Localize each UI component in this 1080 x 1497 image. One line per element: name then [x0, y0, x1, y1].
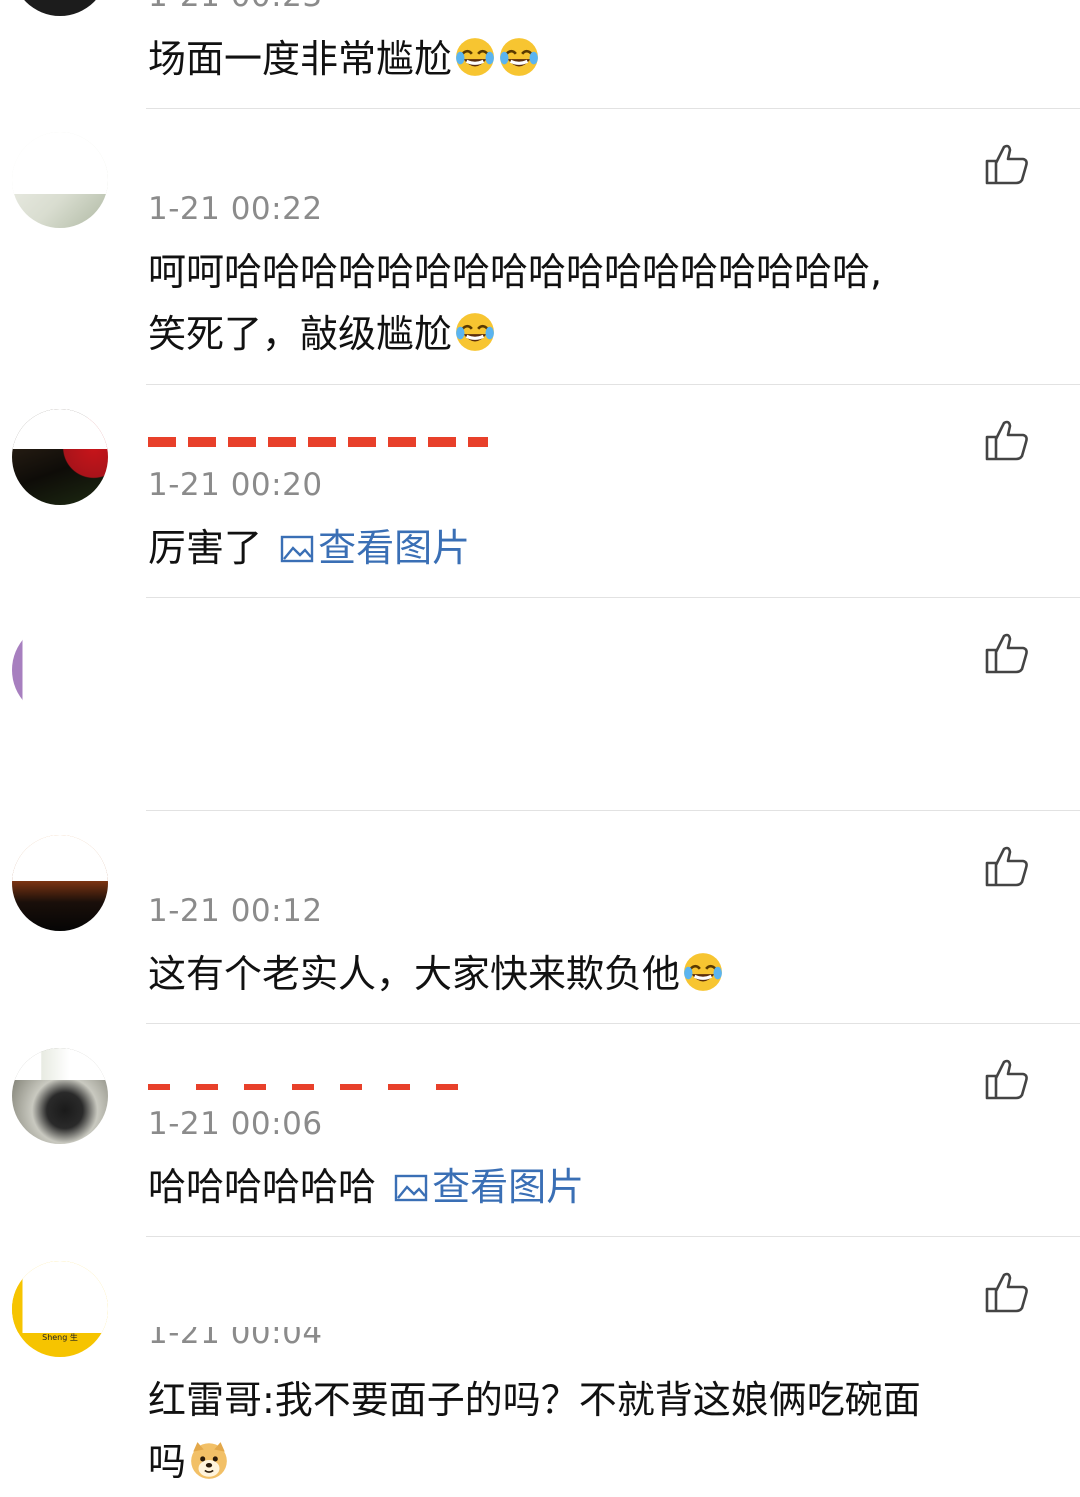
comment-text-body: 哈哈哈哈哈哈 — [148, 1165, 377, 1209]
view-image-link[interactable]: 查看图片 — [274, 526, 470, 570]
avatar[interactable] — [12, 132, 108, 228]
laugh-emoji-icon — [456, 313, 494, 351]
thumbs-up-icon[interactable] — [984, 141, 1030, 187]
divider — [146, 810, 1080, 811]
laugh-emoji-icon — [684, 953, 722, 991]
laugh-emoji-icon — [456, 38, 494, 76]
thumbs-up-icon[interactable] — [984, 1056, 1030, 1102]
image-icon — [394, 1174, 428, 1202]
laugh-emoji-icon — [500, 38, 538, 76]
view-image-link[interactable]: 查看图片 — [388, 1165, 584, 1209]
comment-time: 1-21 00:06 — [148, 1106, 323, 1142]
comment-time: 1-21 00:23 — [148, 0, 323, 14]
thumbs-up-icon[interactable] — [984, 417, 1030, 463]
comment-time: 1-21 00:12 — [148, 893, 323, 929]
comment-text-body: 厉害了 — [148, 526, 263, 570]
comment-text-line: 笑死了，敲级尴尬 — [148, 303, 1028, 365]
divider — [146, 597, 1080, 598]
comment-text: 场面一度非常尴尬 — [148, 28, 1028, 90]
thumbs-up-icon[interactable] — [984, 630, 1030, 676]
comment-time: 1-21 00:04 — [148, 1327, 323, 1351]
comment-text: 呵呵哈哈哈哈哈哈哈哈哈哈哈哈哈哈哈哈哈, 笑死了，敲级尴尬 — [148, 241, 1028, 365]
avatar[interactable] — [12, 622, 108, 718]
divider — [146, 1236, 1080, 1237]
nickname-fragment — [148, 437, 488, 447]
comment-text-line: 吗 — [148, 1431, 1028, 1493]
avatar-badge: Sheng 生 — [42, 1333, 78, 1342]
avatar[interactable]: Sheng 生 — [12, 1261, 108, 1357]
comment-text-body: 这有个老实人，大家快来欺负他 — [148, 952, 681, 996]
divider — [146, 1023, 1080, 1024]
comment-text-line: 呵呵哈哈哈哈哈哈哈哈哈哈哈哈哈哈哈哈哈, — [148, 250, 883, 294]
thumbs-up-icon[interactable] — [984, 843, 1030, 889]
comment-text-line: 红雷哥:我不要面子的吗？不就背这娘俩吃碗面 — [148, 1378, 921, 1422]
divider — [146, 384, 1080, 385]
thumbs-up-icon[interactable] — [984, 1269, 1030, 1315]
comment-text: 哈哈哈哈哈哈 查看图片 — [148, 1156, 1028, 1218]
time-clip: 1-21 00:04 — [148, 1327, 448, 1353]
nickname-fragment — [148, 1084, 468, 1090]
comment-time: 1-21 00:22 — [148, 191, 323, 227]
comment-text: 红雷哥:我不要面子的吗？不就背这娘俩吃碗面 吗 — [148, 1369, 1028, 1493]
comment-text: 厉害了 查看图片 — [148, 517, 1028, 579]
doge-emoji-icon — [191, 1442, 227, 1479]
avatar[interactable] — [12, 1048, 108, 1144]
image-icon — [280, 535, 314, 563]
comment-text-body: 场面一度非常尴尬 — [148, 37, 453, 81]
comment-text: 这有个老实人，大家快来欺负他 — [148, 943, 1028, 1005]
avatar[interactable] — [12, 0, 108, 16]
divider — [146, 108, 1080, 109]
comment-time: 1-21 00:20 — [148, 467, 323, 503]
avatar[interactable] — [12, 835, 108, 931]
avatar[interactable] — [12, 409, 108, 505]
